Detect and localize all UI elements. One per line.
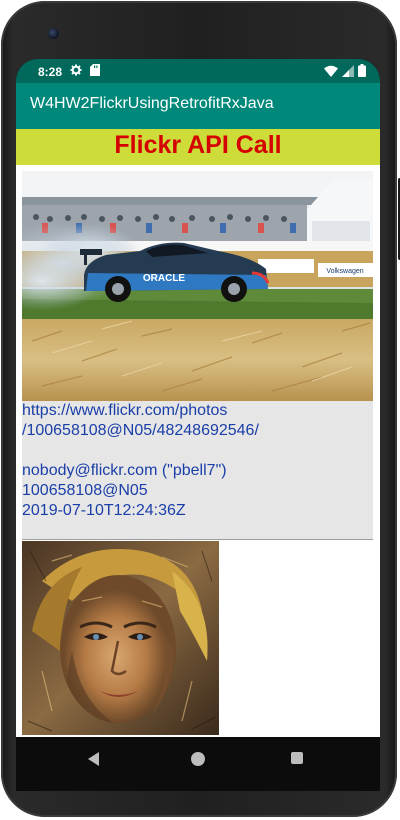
signal-icon (342, 64, 354, 80)
device: 8:28 W4HW2FlickrUsingRetrofitRxJava Flic… (0, 0, 400, 820)
photo-link-line2[interactable]: /100658108@N05/48248692546/ (22, 421, 373, 441)
gear-icon (70, 64, 82, 79)
item-divider (22, 539, 373, 540)
volkswagen-sign: Volkswagen (326, 268, 363, 275)
home-icon[interactable] (191, 752, 205, 766)
battery-icon (358, 64, 366, 80)
sd-card-icon (90, 64, 101, 79)
photo-details: https://www.flickr.com/photos /100658108… (22, 401, 373, 521)
app-title: W4HW2FlickrUsingRetrofitRxJava (30, 95, 274, 112)
header-banner: Flickr API Call (16, 129, 380, 165)
status-time: 8:28 (38, 64, 63, 79)
status-right (324, 64, 366, 80)
photo-published: 2019-07-10T12:24:36Z (22, 502, 186, 519)
photo-list[interactable]: Volkswagen ORACLE https://www.flickr.com… (16, 165, 380, 737)
navigation-bar (16, 737, 380, 781)
status-bar: 8:28 (16, 59, 380, 83)
photo-author-id: 100658108@N05 (22, 482, 148, 499)
photo-author: nobody@flickr.com ("pbell7") (22, 462, 227, 479)
oracle-decal: ORACLE (143, 273, 186, 284)
banner-title: Flickr API Call (114, 131, 282, 159)
app-bar: W4HW2FlickrUsingRetrofitRxJava (16, 83, 380, 129)
wifi-icon (324, 65, 338, 80)
status-left: 8:28 (38, 64, 101, 79)
front-camera (48, 28, 59, 39)
photo-portrait-painting[interactable] (22, 541, 219, 735)
photo-link-line1[interactable]: https://www.flickr.com/photos (22, 401, 373, 421)
list-item[interactable]: Volkswagen ORACLE https://www.flickr.com… (22, 171, 373, 539)
screen: 8:28 W4HW2FlickrUsingRetrofitRxJava Flic… (16, 59, 380, 781)
recents-icon[interactable] (291, 752, 303, 764)
back-icon[interactable] (88, 752, 99, 766)
photo-drift-car[interactable]: Volkswagen ORACLE (22, 171, 373, 401)
bottom-bezel (16, 781, 380, 791)
